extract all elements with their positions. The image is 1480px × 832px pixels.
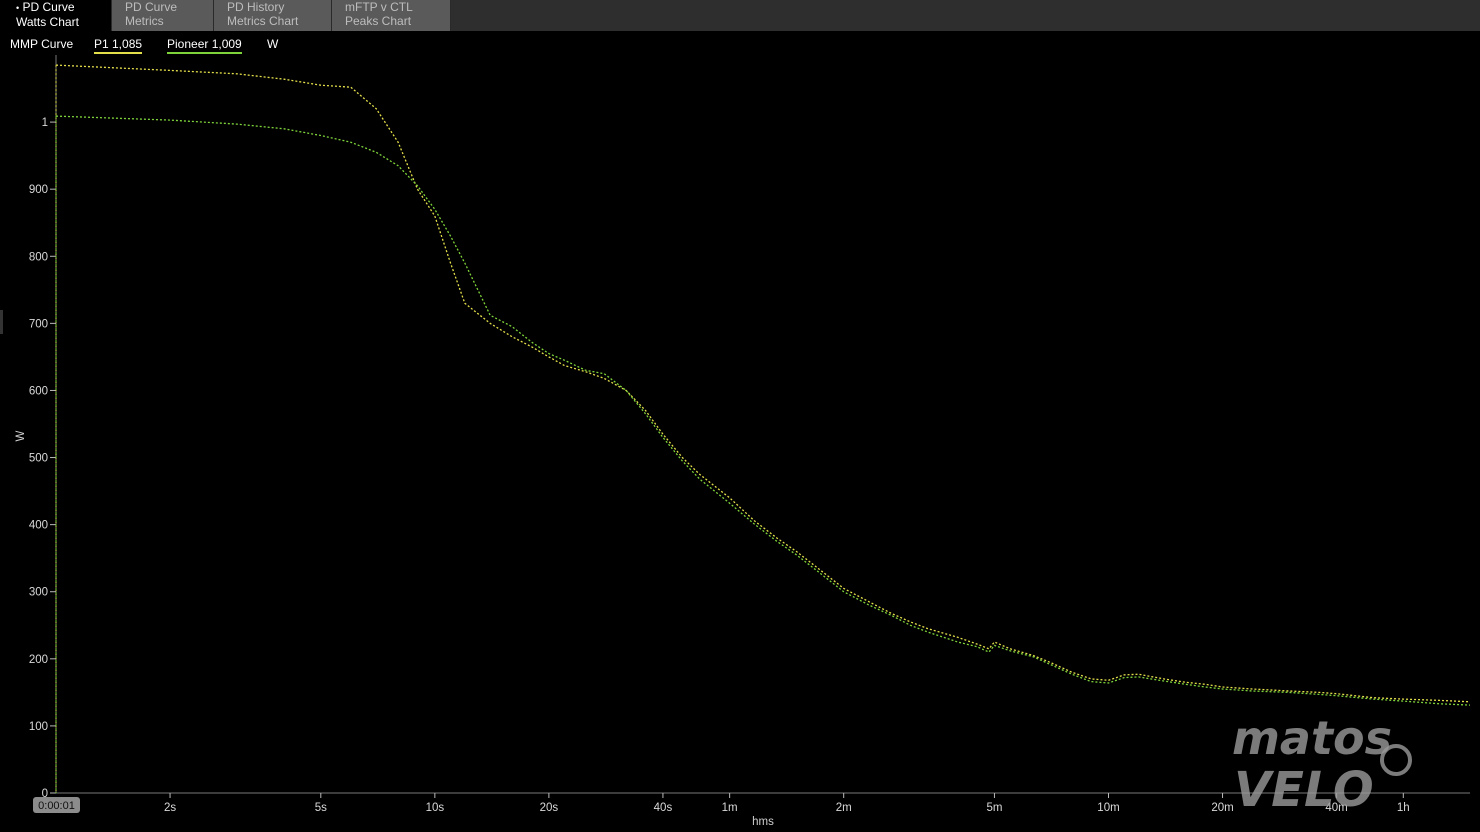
x-tick-label: 2s [164,802,176,814]
tab-mftp-v-ctl-peaks-chart[interactable]: mFTP v CTL Peaks Chart [332,0,451,31]
series-line-pioneer[interactable] [55,115,1471,706]
tab-pd-history-metrics-chart[interactable]: PD History Metrics Chart [214,0,332,31]
x-tick-label: 20s [540,802,559,814]
y-tick-label: 100 [29,721,48,733]
y-tick-label: 600 [29,385,48,397]
x-tick-label: 10m [1097,802,1119,814]
tab-line1: PD History [227,0,285,14]
x-tick-label: 5s [315,802,327,814]
y-tick-label: 400 [29,520,48,532]
tab-line2: Metrics Chart [227,14,299,28]
x-axis-label: hms [752,816,774,828]
y-axis-label: W [15,430,27,441]
x-tick-label: 2m [836,802,852,814]
tab-line1: PD Curve [125,0,178,14]
y-tick-label: 1 [42,117,48,129]
series-lines [55,64,1471,793]
y-tick-label: 700 [29,318,48,330]
chart-tab-bar: • PD Curve Watts Chart PD Curve Metrics … [0,0,1480,31]
selected-time-label: 0:00:01 [38,800,75,812]
y-tick-label: 900 [29,184,48,196]
watermark-line2: VELO [1234,762,1374,812]
y-tick-label: 500 [29,453,48,465]
x-tick-label: 10s [426,802,445,814]
tab-pd-curve-watts-chart[interactable]: • PD Curve Watts Chart [0,0,112,31]
tab-line2: Peaks Chart [345,14,412,28]
x-tick-label: 1m [722,802,738,814]
series-line-p1[interactable] [55,64,1471,703]
y-tick-label: 800 [29,251,48,263]
matos-velo-watermark: matos VELO [1232,712,1412,812]
watermark-line1: matos [1232,712,1392,765]
y-axis: 01002003004005006007008009001 [29,55,57,800]
tab-line1: mFTP v CTL [345,0,413,14]
y-tick-label: 300 [29,587,48,599]
x-tick-label: 40s [654,802,673,814]
tab-line2: Watts Chart [16,15,79,29]
selected-time-badge[interactable]: 0:00:01 [33,797,80,813]
tab-line2: Metrics [125,14,164,28]
tab-line1: • PD Curve [16,0,75,14]
tab-pd-curve-metrics[interactable]: PD Curve Metrics [112,0,214,31]
x-tick-label: 5m [986,802,1002,814]
y-tick-label: 200 [29,654,48,666]
